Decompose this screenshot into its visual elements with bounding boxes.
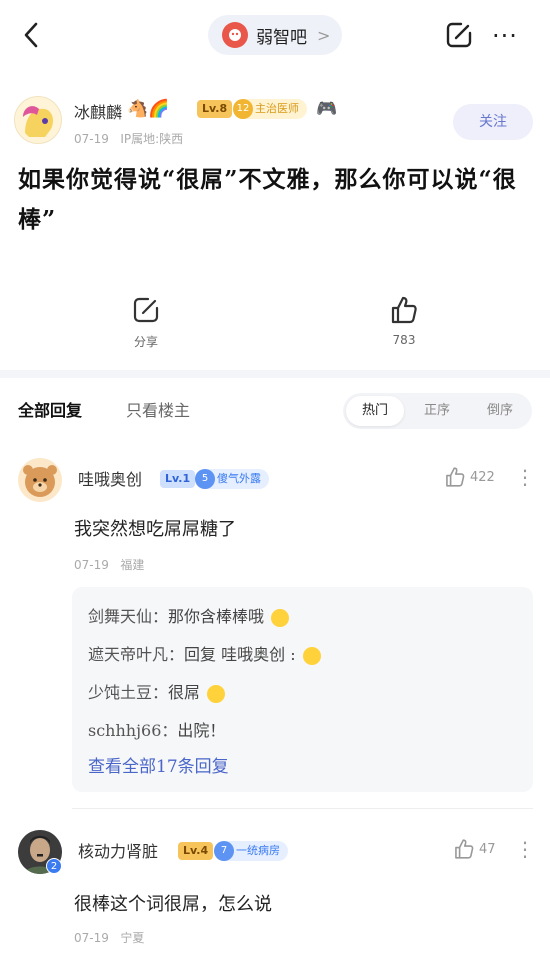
sub-reply: 遮天帝叶凡：回复 哇哦奥创 : xyxy=(88,641,321,665)
commenter-name[interactable]: 核动力肾脏 xyxy=(78,838,158,862)
post-actions: 分享 783 xyxy=(0,295,550,355)
sub-reply-user[interactable]: 剑舞天仙： xyxy=(88,607,168,626)
title-badge: 5 傻气外露 xyxy=(195,469,269,489)
like-count: 422 xyxy=(470,469,495,485)
reply-header: 全部回复 只看楼主 热门 正序 倒序 xyxy=(0,385,550,433)
sub-reply: 少饨土豆：很屌 xyxy=(88,679,226,703)
sort-ascending[interactable]: 正序 xyxy=(408,396,466,426)
sub-reply-user[interactable]: 少饨土豆： xyxy=(88,683,168,702)
sub-reply: 剑舞天仙：那你含棒棒哦 xyxy=(88,603,290,627)
tab-all-replies[interactable]: 全部回复 xyxy=(18,397,82,421)
post-author: 冰麒麟 🐴🌈 Lv.8 12 主治医师 🎮 07-19 IP属地:陕西 关注 xyxy=(14,96,536,152)
sub-reply: schhhj66：出院！ xyxy=(88,717,225,741)
back-icon[interactable] xyxy=(22,20,42,50)
title-badge: 7 一统病房 xyxy=(214,841,288,861)
comment-text: 很棒这个词很屌，怎么说 xyxy=(74,894,272,915)
comment-like[interactable]: 47 xyxy=(453,838,496,860)
top-bar: 弱智吧 > ··· xyxy=(0,0,550,70)
level-badge: Lv.1 xyxy=(160,470,196,488)
level-badge: Lv.8 xyxy=(197,100,233,118)
angry-emoji-icon xyxy=(207,684,226,703)
sub-replies[interactable]: 剑舞天仙：那你含棒棒哦 遮天帝叶凡：回复 哇哦奥创 : 少饨土豆：很屌 schh… xyxy=(72,587,533,792)
avatar-badge: 2 xyxy=(46,858,62,874)
level-badge: Lv.4 xyxy=(178,842,214,860)
avatar[interactable] xyxy=(18,458,62,502)
post-title: 如果你觉得说“很屌”不文雅，那么你可以说“很棒” xyxy=(18,166,517,233)
post-ip: IP属地:陕西 xyxy=(120,132,184,146)
comment-date: 07-19 xyxy=(74,931,109,945)
comment-location: 福建 xyxy=(120,558,145,572)
sort-hot[interactable]: 热门 xyxy=(346,396,404,426)
avatar[interactable] xyxy=(14,96,62,144)
sub-reply-text: 回复 哇哦奥创 : xyxy=(184,645,296,664)
forum-avatar xyxy=(222,22,248,48)
sub-reply-text: 很屌 xyxy=(168,683,201,702)
author-emoji: 🐴🌈 xyxy=(127,99,170,119)
comment-text: 我突然想吃屌屌糖了 xyxy=(74,519,236,540)
author-extra-emoji: 🎮 xyxy=(316,99,338,119)
grin-emoji-icon xyxy=(271,608,290,627)
like-icon xyxy=(391,296,417,324)
like-icon xyxy=(455,839,474,859)
like-count: 47 xyxy=(479,841,496,857)
comment-divider xyxy=(72,808,533,809)
avatar[interactable]: 2 xyxy=(18,830,62,874)
badge-number: 7 xyxy=(214,841,234,861)
forum-name: 弱智吧 xyxy=(256,27,307,48)
sub-reply-text: 出院！ xyxy=(177,721,226,740)
badge-text: 一统病房 xyxy=(236,844,280,857)
tab-owner-only[interactable]: 只看楼主 xyxy=(126,397,190,421)
comment-like[interactable]: 422 xyxy=(444,466,495,488)
badge-number: 5 xyxy=(195,469,215,489)
badge-number: 12 xyxy=(233,99,253,119)
follow-button[interactable]: 关注 xyxy=(453,104,533,140)
share-action[interactable]: 分享 xyxy=(116,295,176,350)
like-icon xyxy=(446,467,465,487)
comment-date: 07-19 xyxy=(74,558,109,572)
sub-reply-user[interactable]: schhhj66： xyxy=(88,721,177,740)
comment-meta: 07-19 福建 xyxy=(74,556,144,573)
author-name[interactable]: 冰麒麟 xyxy=(74,99,122,123)
share-icon[interactable] xyxy=(444,20,474,50)
sort-toggle: 热门 正序 倒序 xyxy=(343,393,532,429)
post-meta: 07-19 IP属地:陕西 xyxy=(74,130,183,147)
post-date: 07-19 xyxy=(74,132,109,146)
badge-text: 主治医师 xyxy=(255,102,299,115)
chevron-right-icon: > xyxy=(317,25,331,45)
section-divider xyxy=(0,370,550,378)
more-icon[interactable]: ⋮ xyxy=(515,839,535,859)
forum-pill[interactable]: 弱智吧 > xyxy=(208,15,342,55)
like-action[interactable]: 783 xyxy=(374,295,434,347)
comment-meta: 07-19 宁夏 xyxy=(74,929,144,946)
commenter-name[interactable]: 哇哦奥创 xyxy=(78,466,142,490)
title-badge: 12 主治医师 xyxy=(233,99,307,119)
view-all-replies-link[interactable]: 查看全部17条回复 xyxy=(88,752,229,777)
more-icon[interactable]: ··· xyxy=(492,22,522,50)
share-icon xyxy=(133,297,159,323)
sub-reply-text: 那你含棒棒哦 xyxy=(168,607,265,626)
sub-reply-user[interactable]: 遮天帝叶凡： xyxy=(88,645,184,664)
share-label: 分享 xyxy=(133,335,158,349)
more-icon[interactable]: ⋮ xyxy=(515,467,535,487)
like-count: 783 xyxy=(392,333,416,347)
sort-descending[interactable]: 倒序 xyxy=(471,396,529,426)
smile-emoji-icon xyxy=(302,646,321,665)
badge-text: 傻气外露 xyxy=(217,472,261,485)
comment-location: 宁夏 xyxy=(120,931,145,945)
